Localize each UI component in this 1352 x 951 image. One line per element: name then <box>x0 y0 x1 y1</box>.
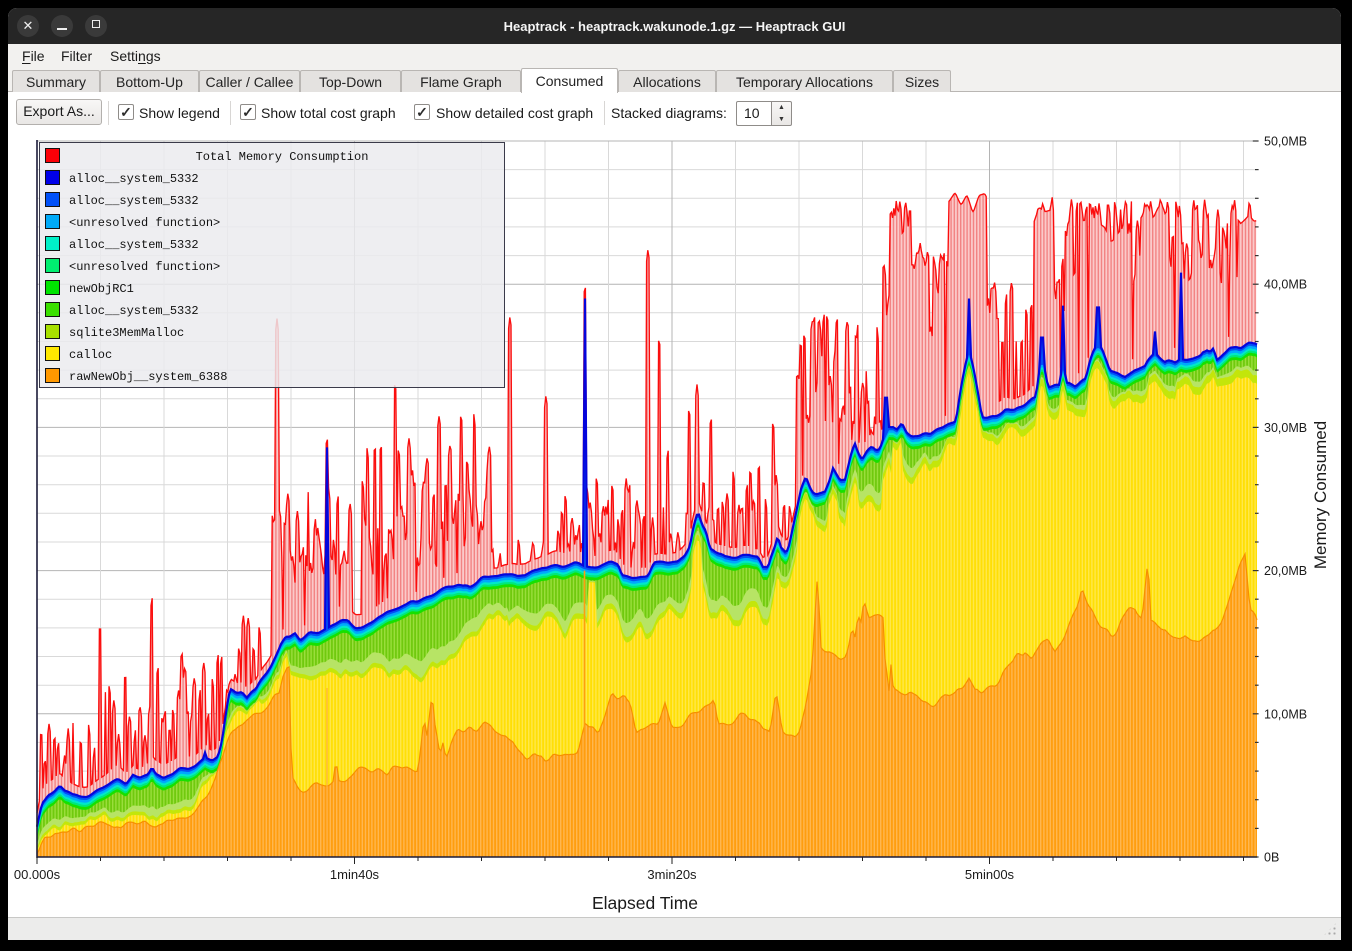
svg-text:Memory Consumed: Memory Consumed <box>1311 421 1330 569</box>
svg-text:1min40s: 1min40s <box>330 867 380 882</box>
svg-text:10,0MB: 10,0MB <box>1264 707 1307 721</box>
svg-text:50,0MB: 50,0MB <box>1264 135 1307 149</box>
svg-text:3min20s: 3min20s <box>647 867 697 882</box>
svg-text:5min00s: 5min00s <box>965 867 1015 882</box>
svg-text:Elapsed Time: Elapsed Time <box>592 893 698 913</box>
svg-text:40,0MB: 40,0MB <box>1264 278 1307 292</box>
svg-text:00.000s: 00.000s <box>14 867 61 882</box>
svg-text:30,0MB: 30,0MB <box>1264 421 1307 435</box>
svg-text:0B: 0B <box>1264 851 1279 865</box>
svg-text:20,0MB: 20,0MB <box>1264 564 1307 578</box>
